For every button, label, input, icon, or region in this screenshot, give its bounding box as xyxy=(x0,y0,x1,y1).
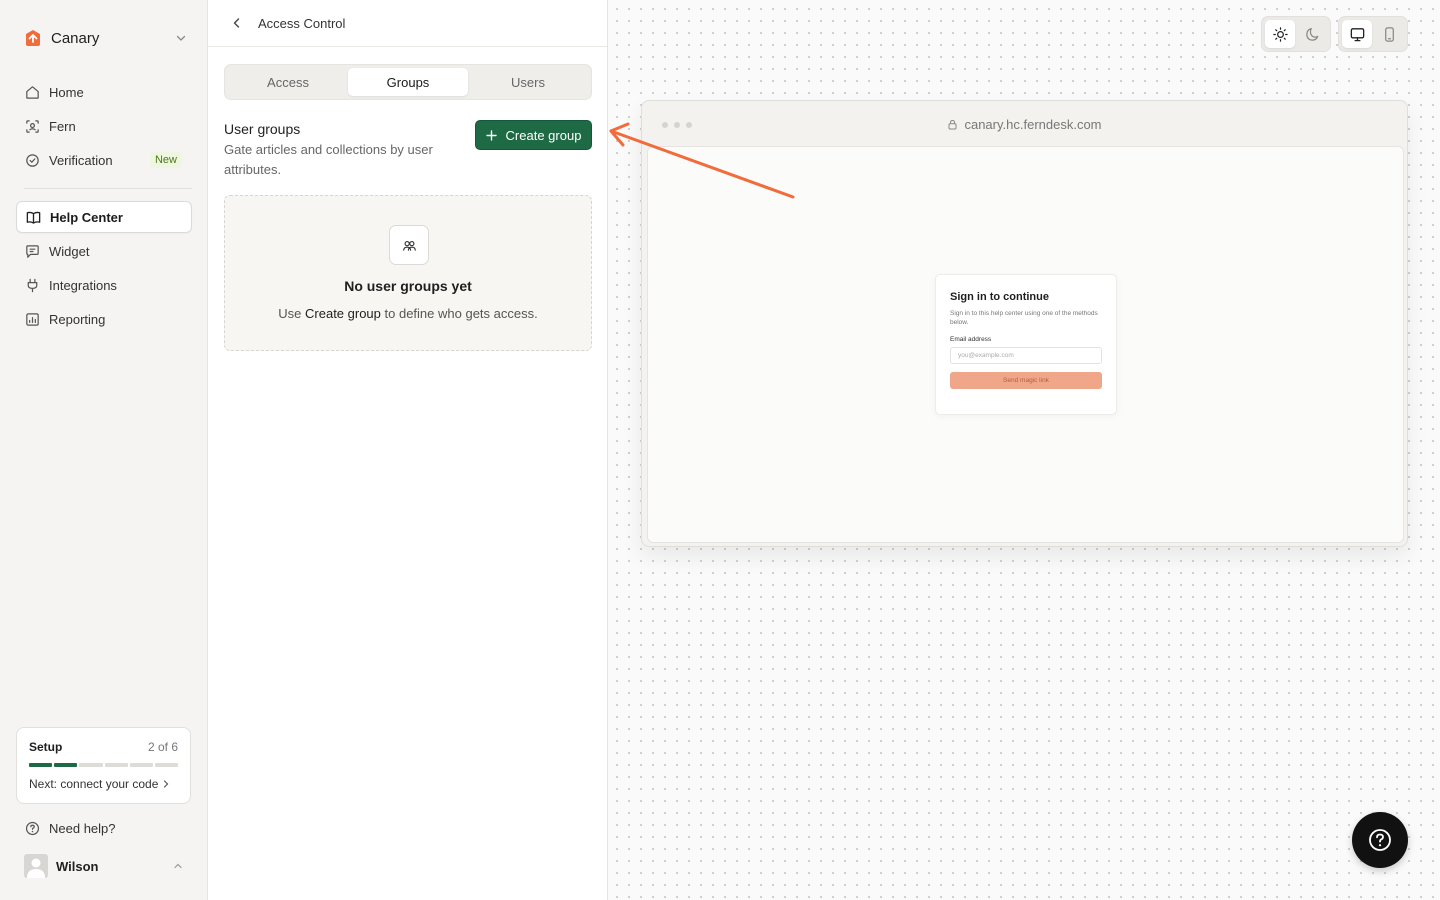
sidebar-item-reporting[interactable]: Reporting xyxy=(16,303,192,335)
signin-card: Sign in to continue Sign in to this help… xyxy=(935,274,1117,415)
new-badge: New xyxy=(149,152,182,168)
email-field[interactable]: you@example.com xyxy=(950,347,1102,364)
access-control-panel: Access Control Access Groups Users User … xyxy=(208,0,608,900)
empty-text-before: Use xyxy=(278,306,306,321)
theme-toggle xyxy=(1261,16,1331,52)
panel-header: Access Control xyxy=(208,0,607,47)
sidebar: Canary Home Fern Verification New Help C… xyxy=(0,0,208,900)
sun-icon xyxy=(1272,26,1288,42)
primary-nav: Home Fern Verification New xyxy=(16,76,192,178)
user-menu[interactable]: Wilson xyxy=(16,852,192,880)
moon-icon xyxy=(1305,27,1318,41)
sidebar-item-verification[interactable]: Verification New xyxy=(16,144,192,176)
sidebar-item-integrations[interactable]: Integrations xyxy=(16,269,192,301)
chevron-up-icon xyxy=(174,863,182,869)
setup-title: Setup xyxy=(29,740,63,754)
signin-title: Sign in to continue xyxy=(950,291,1049,303)
mobile-view-button[interactable] xyxy=(1374,20,1404,48)
sidebar-item-label: Home xyxy=(49,84,84,100)
user-silhouette-icon xyxy=(27,858,45,878)
setup-progress-card[interactable]: Setup 2 of 6 Next: connect your code xyxy=(16,727,191,804)
question-mark-icon xyxy=(1369,829,1391,851)
sidebar-item-label: Verification xyxy=(49,152,113,168)
nav-divider xyxy=(24,188,192,189)
setup-next-label: Next: connect your code xyxy=(29,777,159,791)
sidebar-item-label: Widget xyxy=(49,243,90,259)
home-icon xyxy=(26,85,39,99)
lock-icon xyxy=(948,119,957,130)
sidebar-item-help-center[interactable]: Help Center xyxy=(16,201,192,233)
users-group-icon xyxy=(402,240,416,251)
progress-segment xyxy=(79,763,103,767)
avatar xyxy=(24,854,48,878)
plug-icon xyxy=(27,278,38,292)
canary-logo-icon xyxy=(26,30,40,46)
check-badge-icon xyxy=(26,153,39,167)
help-chat-button[interactable] xyxy=(1352,812,1408,868)
preview-viewport: Sign in to continue Sign in to this help… xyxy=(647,146,1404,543)
create-group-button[interactable]: Create group xyxy=(475,120,592,150)
send-magic-link-button[interactable]: Send magic link xyxy=(950,372,1102,389)
progress-segment xyxy=(129,763,153,767)
progress-segment xyxy=(104,763,128,767)
empty-state-text: Use Create group to define who gets acce… xyxy=(225,306,591,321)
sidebar-item-label: Fern xyxy=(49,118,76,134)
preview-canvas: canary.hc.ferndesk.com Sign in to contin… xyxy=(608,0,1440,900)
email-label: Email address xyxy=(950,336,992,343)
plus-icon xyxy=(485,129,497,141)
setup-count: 2 of 6 xyxy=(147,740,178,754)
workspace-switcher[interactable]: Canary xyxy=(16,22,192,54)
device-toggle xyxy=(1338,16,1408,52)
empty-text-after: to define who gets access. xyxy=(380,306,538,321)
empty-state-icon-box xyxy=(389,225,429,265)
progress-segment xyxy=(154,763,179,767)
progress-segment xyxy=(54,763,78,767)
tab-access[interactable]: Access xyxy=(228,68,348,96)
section-title: User groups xyxy=(224,121,301,137)
smartphone-icon xyxy=(1384,26,1394,42)
desktop-view-button[interactable] xyxy=(1342,20,1372,48)
monitor-icon xyxy=(1350,27,1364,41)
need-help-link[interactable]: Need help? xyxy=(16,814,192,842)
secondary-nav: Help Center Widget Integrations Reportin… xyxy=(16,201,192,337)
back-arrow-icon[interactable] xyxy=(230,16,244,30)
section-description: Gate articles and collections by user at… xyxy=(224,142,433,177)
create-group-label: Create group xyxy=(505,127,582,143)
help-circle-icon xyxy=(25,821,40,835)
setup-next-step: Next: connect your code xyxy=(29,777,178,791)
empty-state: No user groups yet Use Create group to d… xyxy=(224,195,592,351)
sidebar-item-home[interactable]: Home xyxy=(16,76,192,108)
chevron-right-icon xyxy=(164,780,169,788)
chevron-down-icon xyxy=(176,35,186,41)
empty-text-bold: Create group xyxy=(305,306,381,321)
url-text: canary.hc.ferndesk.com xyxy=(964,117,1102,132)
tab-groups[interactable]: Groups xyxy=(348,68,468,96)
scan-face-icon xyxy=(26,119,39,133)
progress-segment xyxy=(29,763,53,767)
need-help-label: Need help? xyxy=(49,820,116,836)
sidebar-item-label: Reporting xyxy=(49,311,106,327)
sidebar-item-widget[interactable]: Widget xyxy=(16,235,192,267)
access-tabs: Access Groups Users xyxy=(224,64,592,100)
user-name: Wilson xyxy=(56,858,99,874)
setup-progress-bar xyxy=(29,763,179,767)
workspace-name: Canary xyxy=(51,29,100,47)
sidebar-item-label: Help Center xyxy=(50,209,123,225)
message-square-icon xyxy=(26,244,39,258)
book-open-icon xyxy=(26,211,41,224)
sidebar-item-fern[interactable]: Fern xyxy=(16,110,192,142)
chart-icon xyxy=(26,312,39,326)
address-bar: canary.hc.ferndesk.com xyxy=(642,117,1407,132)
page-title: Access Control xyxy=(258,15,346,31)
tab-users[interactable]: Users xyxy=(468,68,588,96)
empty-state-title: No user groups yet xyxy=(344,278,472,294)
browser-mockup: canary.hc.ferndesk.com Sign in to contin… xyxy=(641,100,1408,547)
sidebar-item-label: Integrations xyxy=(49,277,117,293)
signin-subtitle: Sign in to this help center using one of… xyxy=(950,310,1098,326)
light-mode-button[interactable] xyxy=(1265,20,1295,48)
dark-mode-button[interactable] xyxy=(1297,20,1327,48)
